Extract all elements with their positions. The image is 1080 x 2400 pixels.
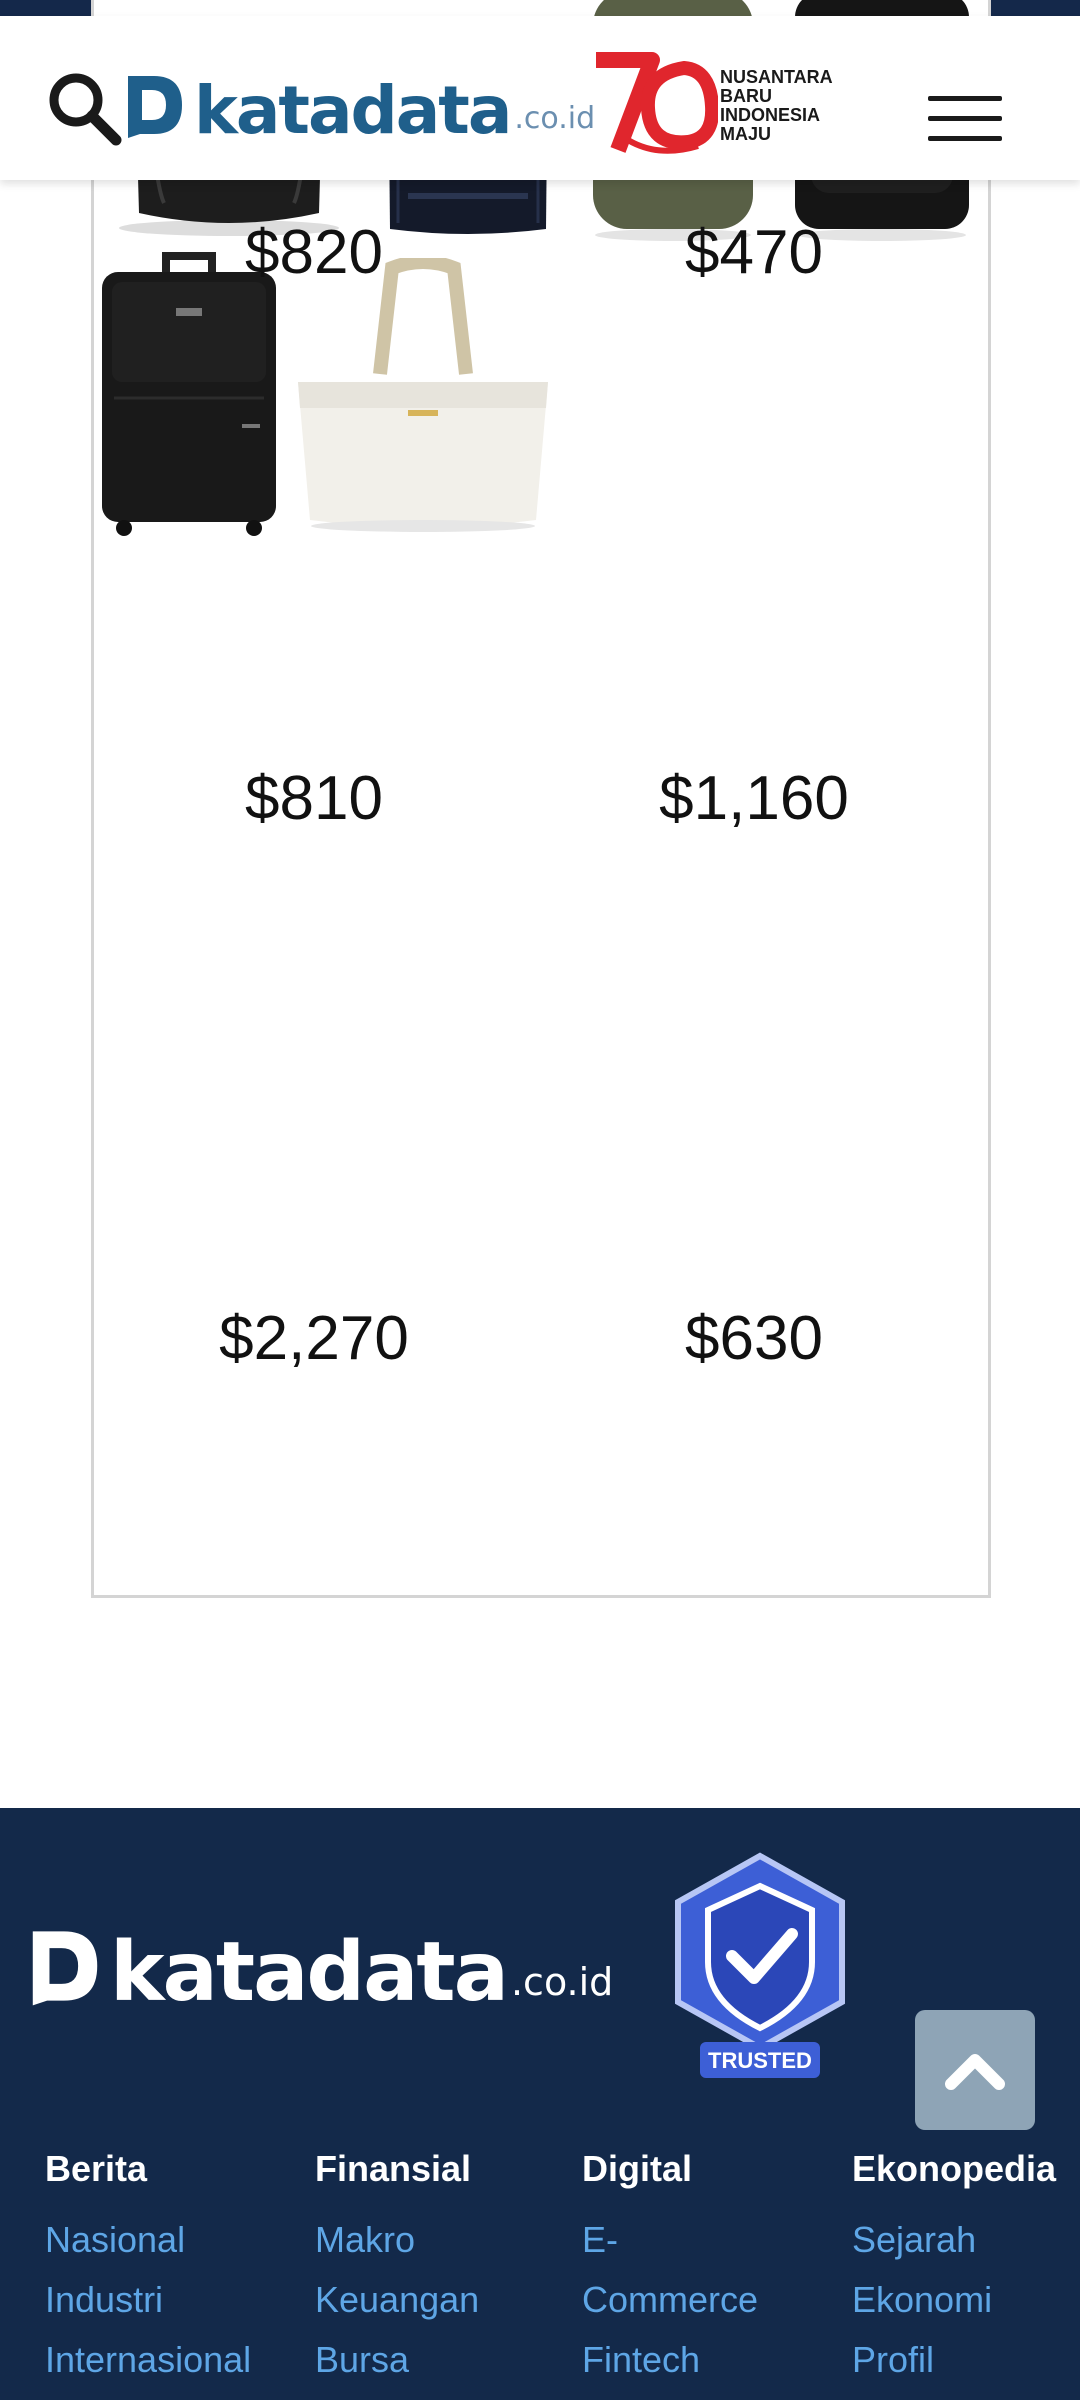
site-header: katadata .co.id NUSANTARA BARU INDONESIA… [0, 16, 1080, 180]
anniversary-line: BARU [720, 86, 772, 106]
katadata-logo[interactable]: katadata .co.id [124, 54, 595, 144]
hamburger-menu-icon[interactable] [928, 96, 1002, 142]
footer-link[interactable]: E- [582, 2210, 758, 2270]
footer-column-finansial: Finansial Makro Keuangan Bursa [315, 2148, 479, 2390]
product-price: $470 [685, 218, 823, 287]
footer-column-title: Digital [582, 2148, 693, 2189]
trusted-badge-label: TRUSTED [708, 2048, 812, 2073]
footer-link[interactable]: Profil [852, 2330, 1056, 2390]
product-price: $2,270 [219, 1304, 409, 1373]
scroll-to-top-button[interactable] [915, 2010, 1035, 2130]
tote-bag-icon [298, 255, 549, 532]
product-price: $630 [685, 1304, 823, 1373]
footer-katadata-logo[interactable]: katadata .co.id [28, 1926, 613, 2014]
product-price: $820 [245, 218, 383, 287]
footer-logo-wordmark: katadata [110, 1925, 509, 2020]
footer-column-ekonopedia: Ekonopedia Sejarah Ekonomi Profil [852, 2148, 1056, 2390]
product-infographic: $820 $470 $810 $1,160 $2,270 $630 [91, 0, 991, 1598]
footer-link[interactable]: Makro [315, 2210, 479, 2270]
anniversary-tagline: NUSANTARA BARU INDONESIA MAJU [720, 68, 833, 144]
logo-wordmark: katadata [194, 72, 512, 149]
footer-link[interactable]: Sejarah [852, 2210, 1056, 2270]
footer-link[interactable]: Keuangan [315, 2270, 479, 2330]
product-price: $1,160 [659, 764, 849, 833]
katadata-d-icon [32, 1931, 98, 2006]
indonesia-80-anniversary-logo [596, 52, 718, 154]
anniversary-line: INDONESIA [720, 105, 821, 125]
footer-column-title: Berita [45, 2148, 148, 2189]
footer-column-digital: Digital E- Commerce Fintech [582, 2148, 758, 2390]
logo-domain: .co.id [514, 101, 596, 136]
search-icon[interactable] [44, 68, 124, 148]
footer-column-berita: Berita Nasional Industri Internasional [45, 2148, 251, 2390]
suitcase-icon [102, 252, 276, 536]
anniversary-line: MAJU [720, 124, 772, 144]
footer-column-title: Ekonopedia [852, 2148, 1057, 2189]
footer-column-title: Finansial [315, 2148, 472, 2189]
trusted-badge-icon: TRUSTED [675, 1852, 845, 2078]
footer-link[interactable]: Bursa [315, 2330, 479, 2390]
footer-link[interactable]: Industri [45, 2270, 251, 2330]
katadata-d-icon [128, 76, 182, 138]
chevron-up-icon [945, 2054, 1005, 2090]
footer-link[interactable]: Fintech [582, 2330, 758, 2390]
footer-link[interactable]: Ekonomi [852, 2270, 1056, 2330]
product-price: $810 [245, 764, 383, 833]
anniversary-line: NUSANTARA [720, 67, 833, 87]
footer-link[interactable]: Internasional [45, 2330, 251, 2390]
footer-link[interactable]: Nasional [45, 2210, 251, 2270]
footer-link[interactable]: Commerce [582, 2270, 758, 2330]
footer-logo-domain: .co.id [510, 1960, 614, 2004]
